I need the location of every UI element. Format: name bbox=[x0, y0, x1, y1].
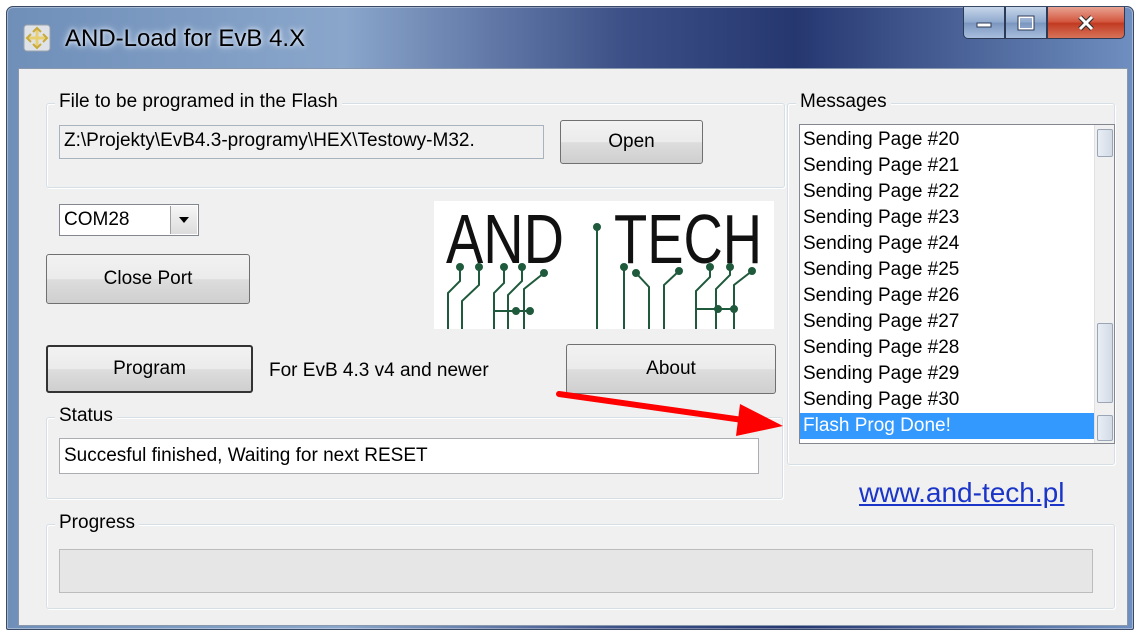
program-button[interactable]: Program bbox=[46, 345, 253, 393]
app-icon bbox=[23, 24, 51, 52]
chevron-down-icon bbox=[179, 217, 189, 223]
file-group-label: File to be programed in the Flash bbox=[55, 91, 342, 113]
message-item[interactable]: Flash Prog Done! bbox=[800, 413, 1094, 439]
scrollbar-arrow[interactable] bbox=[1097, 129, 1113, 157]
messages-group-label: Messages bbox=[796, 91, 891, 113]
status-group-label: Status bbox=[55, 405, 117, 427]
app-window: AND-Load for EvB 4.X File to be programe… bbox=[6, 6, 1134, 630]
com-port-select[interactable]: COM28 bbox=[59, 204, 199, 236]
scrollbar-arrow-down[interactable] bbox=[1097, 415, 1113, 441]
message-item[interactable]: Sending Page #26 bbox=[800, 283, 1094, 309]
status-field[interactable]: Succesful finished, Waiting for next RES… bbox=[59, 438, 759, 474]
message-item[interactable]: Sending Page #29 bbox=[800, 361, 1094, 387]
close-button[interactable] bbox=[1047, 7, 1125, 39]
message-item[interactable]: Sending Page #20 bbox=[800, 127, 1094, 153]
com-port-value: COM28 bbox=[64, 209, 130, 230]
messages-items: Sending Page #20 Sending Page #21 Sending … bbox=[800, 127, 1094, 439]
svg-text:TECH: TECH bbox=[614, 201, 762, 278]
message-item[interactable]: Sending Page #30 bbox=[800, 387, 1094, 413]
file-path-field[interactable]: Z:\Projekty\EvB4.3-programy\HEX\Testowy-… bbox=[59, 125, 544, 159]
title-bar[interactable]: AND-Load for EvB 4.X bbox=[7, 7, 1133, 69]
website-link[interactable]: www.and-tech.pl bbox=[859, 477, 1064, 509]
messages-scrollbar[interactable] bbox=[1094, 125, 1114, 443]
message-item[interactable]: Sending Page #25 bbox=[800, 257, 1094, 283]
scrollbar-thumb[interactable] bbox=[1097, 323, 1113, 403]
maximize-icon bbox=[1017, 15, 1035, 30]
messages-list[interactable]: Sending Page #20 Sending Page #21 Sending … bbox=[799, 124, 1115, 444]
message-item[interactable]: Sending Page #21 bbox=[800, 153, 1094, 179]
message-item[interactable]: Sending Page #27 bbox=[800, 309, 1094, 335]
minimize-button[interactable] bbox=[963, 7, 1005, 39]
message-item[interactable]: Sending Page #22 bbox=[800, 179, 1094, 205]
and-tech-logo: AND TECH bbox=[434, 201, 774, 329]
about-button[interactable]: About bbox=[566, 344, 776, 394]
window-title: AND-Load for EvB 4.X bbox=[65, 25, 306, 52]
close-icon bbox=[1078, 14, 1094, 31]
progress-group-label: Progress bbox=[55, 512, 140, 534]
message-item[interactable]: Sending Page #28 bbox=[800, 335, 1094, 361]
client-area: File to be programed in the Flash Z:\Pro… bbox=[18, 68, 1128, 626]
close-port-button[interactable]: Close Port bbox=[46, 254, 250, 304]
message-item[interactable]: Sending Page #24 bbox=[800, 231, 1094, 257]
version-note: For EvB 4.3 v4 and newer bbox=[269, 360, 489, 381]
open-button[interactable]: Open bbox=[560, 120, 703, 164]
dropdown-button[interactable] bbox=[170, 206, 197, 234]
minimize-icon bbox=[976, 22, 992, 27]
message-item[interactable]: Sending Page #23 bbox=[800, 205, 1094, 231]
progress-bar bbox=[59, 549, 1093, 593]
maximize-button[interactable] bbox=[1005, 7, 1047, 39]
